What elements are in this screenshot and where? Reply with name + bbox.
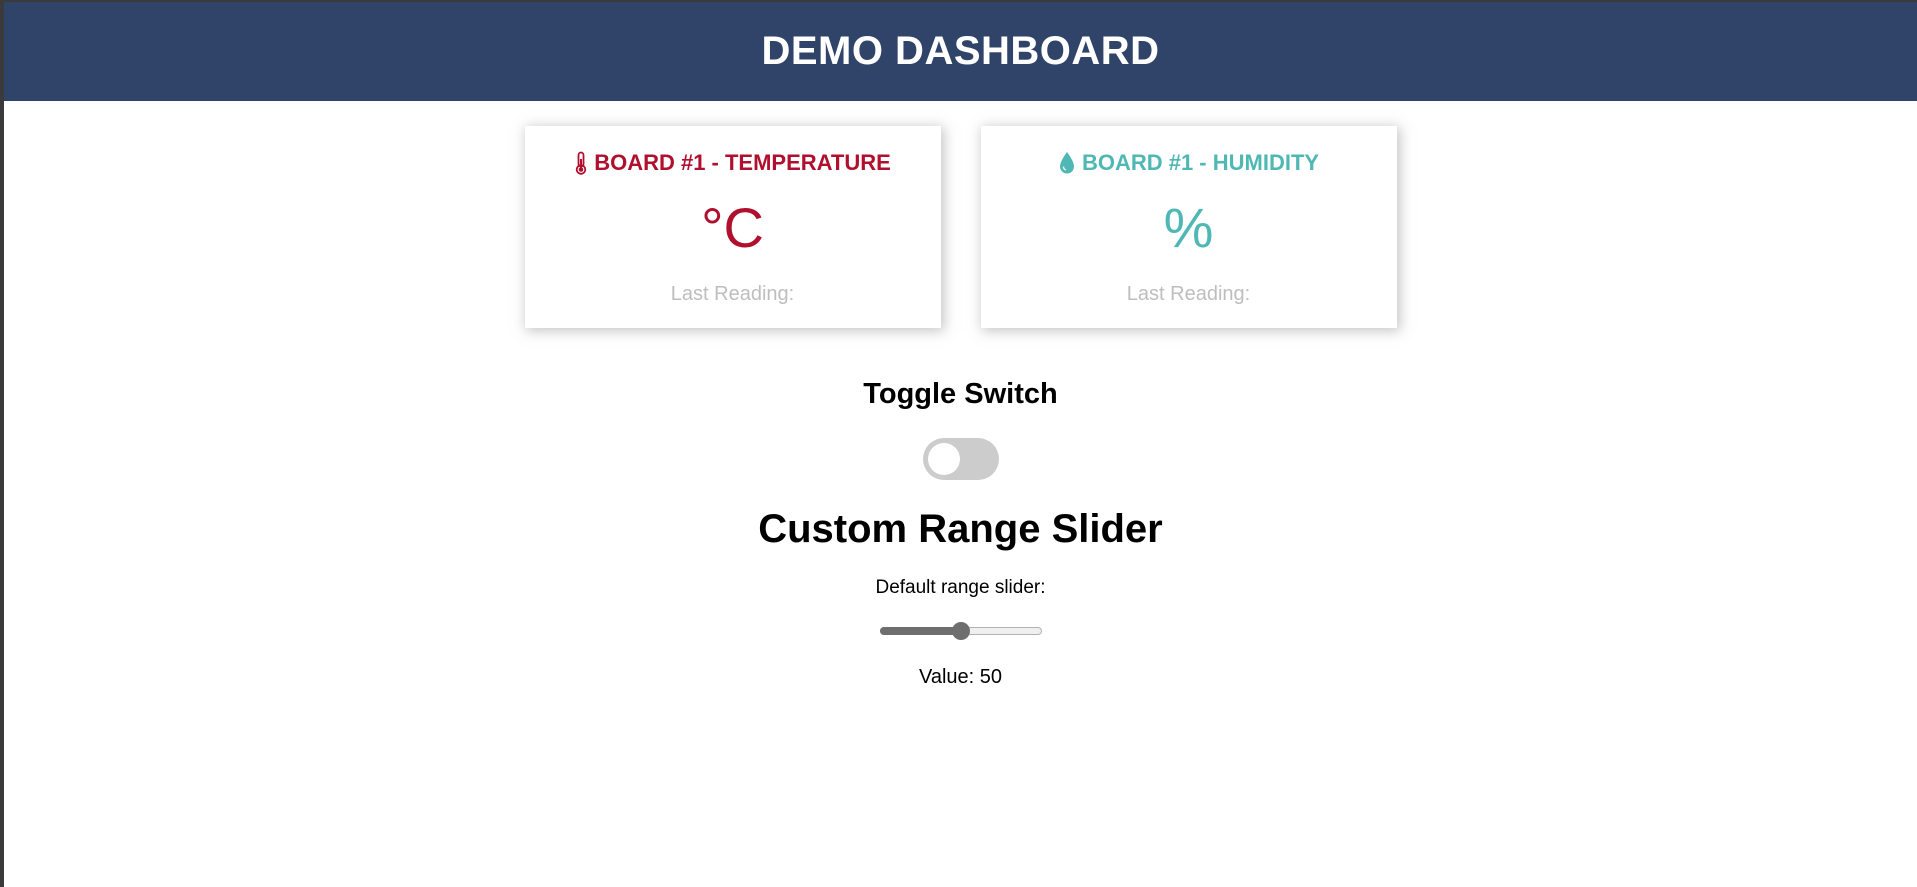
page-title: DEMO DASHBOARD	[761, 29, 1160, 73]
toggle-switch[interactable]	[922, 438, 999, 480]
range-fill	[879, 627, 961, 635]
humidity-value: %	[1163, 196, 1214, 259]
toggle-knob	[927, 443, 960, 475]
droplet-icon	[1058, 151, 1076, 175]
humidity-last-reading: Last Reading:	[1126, 283, 1251, 305]
range-thumb[interactable]	[951, 622, 970, 640]
humidity-card-title: BOARD #1 - HUMIDITY	[981, 148, 1397, 178]
temperature-card: BOARD #1 - TEMPERATURE °C Last Reading:	[524, 126, 941, 328]
cards-row: BOARD #1 - TEMPERATURE °C Last Reading: …	[4, 126, 1917, 328]
temperature-card-title: BOARD #1 - TEMPERATURE	[525, 148, 941, 178]
temperature-last-reading: Last Reading:	[670, 283, 795, 305]
slider-value-readout: Value: 50	[918, 666, 1003, 688]
range-slider[interactable]	[879, 622, 1042, 640]
humidity-card-label: BOARD #1 - HUMIDITY	[1081, 150, 1320, 175]
thermometer-icon	[574, 151, 588, 175]
temperature-card-label: BOARD #1 - TEMPERATURE	[594, 150, 891, 175]
humidity-card: BOARD #1 - HUMIDITY % Last Reading:	[980, 126, 1397, 328]
temperature-value: °C	[701, 196, 764, 259]
top-nav: DEMO DASHBOARD	[4, 2, 1917, 101]
slider-label: Default range slider:	[875, 577, 1046, 598]
controls-section: Toggle Switch Custom Range Slider Defaul…	[4, 378, 1917, 689]
toggle-title: Toggle Switch	[863, 378, 1058, 410]
slider-title: Custom Range Slider	[758, 507, 1163, 551]
page-frame: DEMO DASHBOARD BOARD #1 - TEMPERATURE °C…	[4, 2, 1917, 887]
